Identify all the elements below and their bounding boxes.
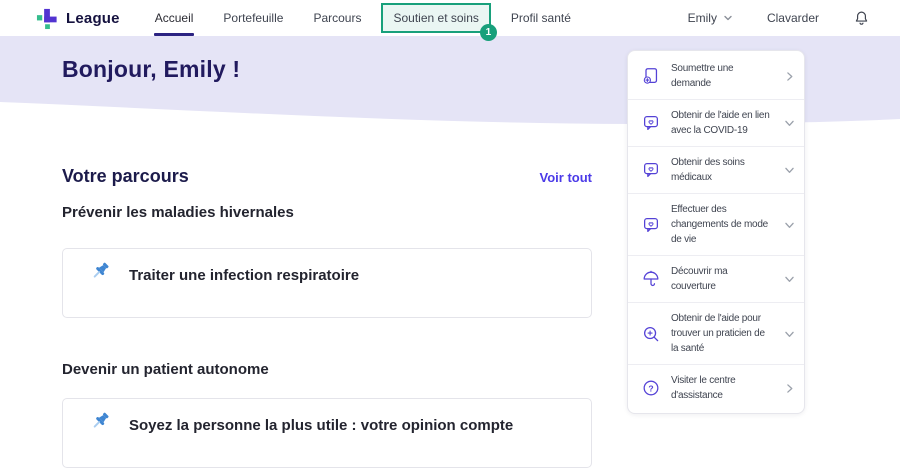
journey-header: Votre parcours Voir tout xyxy=(62,166,592,187)
league-logo-icon xyxy=(36,7,59,30)
pushpin-icon xyxy=(86,259,112,292)
annotation-step-badge: 1 xyxy=(479,24,497,41)
support-item-trouver-praticien[interactable]: Obtenir de l'aide pour trouver un pratic… xyxy=(628,302,804,364)
user-menu[interactable]: Emily xyxy=(688,11,733,25)
journey-group-heading: Devenir un patient autonome xyxy=(62,361,269,378)
document-add-icon xyxy=(640,66,662,86)
journey-card-title: Traiter une infection respiratoire xyxy=(129,267,360,284)
chevron-down-icon xyxy=(723,13,733,23)
nav-item-parcours[interactable]: Parcours xyxy=(298,0,376,36)
chevron-down-icon xyxy=(783,163,796,177)
support-item-couverture[interactable]: Découvrir ma couverture xyxy=(628,255,804,302)
journey-card-opinion[interactable]: Soyez la personne la plus utile : votre … xyxy=(62,398,592,468)
support-item-mode-de-vie[interactable]: Effectuer des changements de mode de vie xyxy=(628,193,804,255)
chevron-right-icon xyxy=(783,70,796,83)
bell-icon xyxy=(853,10,870,27)
notifications-button[interactable] xyxy=(853,10,870,27)
greeting-heading: Bonjour, Emily ! xyxy=(62,56,241,82)
chevron-down-icon xyxy=(783,218,796,232)
view-all-link[interactable]: Voir tout xyxy=(540,170,592,185)
chevron-right-icon xyxy=(783,382,796,395)
support-item-aide-covid[interactable]: Obtenir de l'aide en lien avec la COVID-… xyxy=(628,99,804,146)
support-item-soins-medicaux[interactable]: Obtenir des soins médicaux xyxy=(628,146,804,193)
chevron-down-icon xyxy=(783,272,796,286)
user-name: Emily xyxy=(687,11,717,25)
journey-title: Votre parcours xyxy=(62,166,189,186)
nav-item-soutien-et-soins[interactable]: Soutien et soins 1 xyxy=(381,3,497,41)
chat-heart-icon xyxy=(640,160,662,180)
help-circle-icon: ? xyxy=(640,378,662,398)
brand-name: League xyxy=(66,9,120,27)
chat-button[interactable]: Clavarder xyxy=(767,11,819,25)
pushpin-icon xyxy=(86,409,112,442)
svg-text:?: ? xyxy=(648,383,653,393)
journey-group-heading: Prévenir les maladies hivernales xyxy=(62,204,294,221)
chat-heart-icon xyxy=(640,215,662,235)
journey-card-title: Soyez la personne la plus utile : votre … xyxy=(129,417,514,434)
chat-heart-icon xyxy=(640,113,662,133)
nav-item-portefeuille[interactable]: Portefeuille xyxy=(208,0,298,36)
search-plus-icon xyxy=(640,324,662,344)
support-item-centre-assistance[interactable]: ? Visiter le centre d'assistance xyxy=(628,364,804,411)
primary-nav: Accueil Portefeuille Parcours Soutien et… xyxy=(140,0,586,41)
top-navbar: League Accueil Portefeuille Parcours Sou… xyxy=(0,0,900,41)
journey-card-infection[interactable]: Traiter une infection respiratoire xyxy=(62,248,592,318)
nav-item-accueil[interactable]: Accueil xyxy=(140,0,209,36)
chevron-down-icon xyxy=(783,327,796,341)
nav-item-profil-sante[interactable]: Profil santé xyxy=(496,0,586,36)
chevron-down-icon xyxy=(783,116,796,130)
support-panel: Soumettre une demande Obtenir de l'aide … xyxy=(627,50,805,414)
umbrella-icon xyxy=(640,269,662,289)
league-logo[interactable]: League xyxy=(36,7,120,30)
support-item-soumettre-demande[interactable]: Soumettre une demande xyxy=(628,53,804,99)
navbar-right: Emily Clavarder xyxy=(688,10,870,27)
